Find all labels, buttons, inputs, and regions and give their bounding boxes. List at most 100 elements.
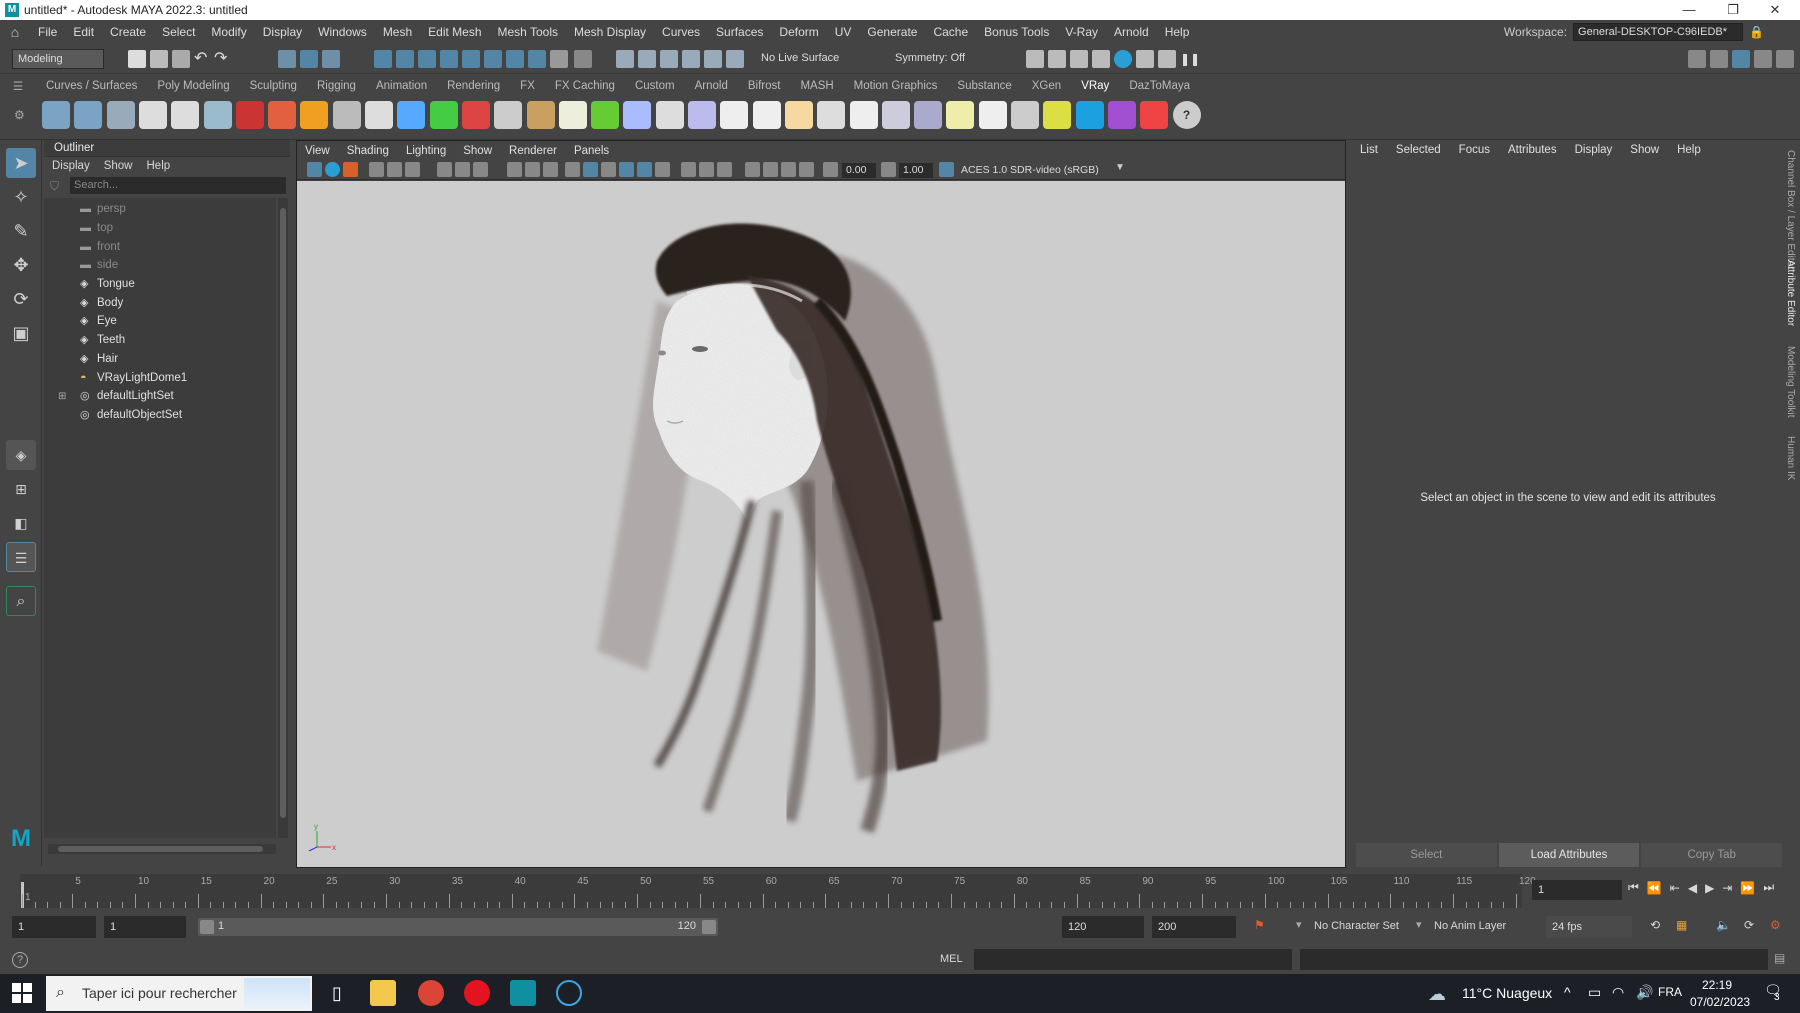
- menu-windows[interactable]: Windows: [310, 25, 375, 39]
- attr-menu-focus[interactable]: Focus: [1459, 144, 1490, 156]
- time-ruler[interactable]: 1 5 10 15 20 25 30 35 40 45 50 55 60 65 70 75 80 85 90 95 10…: [20, 874, 1536, 908]
- viewport-menu-panels[interactable]: Panels: [574, 145, 609, 157]
- attr-menu-help[interactable]: Help: [1677, 144, 1701, 156]
- menu-uv[interactable]: UV: [827, 25, 860, 39]
- menu-surfaces[interactable]: Surfaces: [708, 25, 771, 39]
- snap-view-icon[interactable]: [440, 50, 458, 68]
- wifi-icon[interactable]: ◠: [1612, 984, 1624, 1001]
- play-forwards-icon[interactable]: ▶: [1705, 881, 1714, 895]
- open-scene-icon[interactable]: [150, 50, 168, 68]
- home-icon[interactable]: ⌂: [0, 24, 30, 40]
- soft-select-icon[interactable]: [704, 50, 722, 68]
- wireframe-on-shaded-icon[interactable]: [601, 162, 616, 177]
- rotate-tool-icon[interactable]: ⟳: [6, 284, 36, 314]
- live-surface-field[interactable]: No Live Surface: [756, 49, 856, 69]
- shelf-tab-arnold[interactable]: Arnold: [685, 80, 738, 92]
- step-back-frame-icon[interactable]: ⇤: [1670, 881, 1680, 895]
- shelf-tab-daztomaya[interactable]: DazToMaya: [1119, 80, 1200, 92]
- exposure-icon[interactable]: [823, 162, 838, 177]
- outliner-item-front[interactable]: ▬ front: [44, 237, 276, 256]
- gamma-icon[interactable]: [881, 162, 896, 177]
- minimize-icon[interactable]: —: [1666, 0, 1712, 20]
- outliner-item-eye[interactable]: ◈ Eye: [44, 312, 276, 331]
- animation-start-field[interactable]: 1: [12, 916, 96, 938]
- snap-grid-icon[interactable]: [374, 50, 392, 68]
- vray-decal-icon[interactable]: [461, 101, 490, 129]
- outliner-horizontal-scrollbar[interactable]: [48, 844, 276, 854]
- vray-dome-icon[interactable]: [720, 101, 749, 129]
- opera-icon[interactable]: [464, 980, 490, 1006]
- playback-start-field[interactable]: 1: [104, 916, 186, 938]
- command-language-label[interactable]: MEL: [940, 953, 963, 965]
- show-channel-box-icon[interactable]: [1732, 50, 1750, 68]
- safe-title-icon[interactable]: [525, 162, 540, 177]
- ambient-occlusion-icon[interactable]: [681, 162, 696, 177]
- outliner-item-persp[interactable]: ▬ persp: [44, 200, 276, 219]
- shelf-tab-substance[interactable]: Substance: [947, 80, 1021, 92]
- step-forward-key-icon[interactable]: ⏩: [1740, 881, 1755, 895]
- camera-attributes-icon[interactable]: [325, 162, 340, 177]
- attr-menu-display[interactable]: Display: [1575, 144, 1613, 156]
- vray-vfb-icon[interactable]: [1011, 101, 1039, 129]
- paint-select-icon[interactable]: [638, 50, 656, 68]
- copy-tab-button[interactable]: Copy Tab: [1641, 843, 1783, 867]
- textured-icon[interactable]: [619, 162, 634, 177]
- side-tab-channel-box-layer-editor[interactable]: Channel Box / Layer Editor: [1785, 150, 1796, 270]
- side-tab-human-ik[interactable]: Human IK: [1785, 436, 1796, 480]
- menu-cache[interactable]: Cache: [925, 25, 976, 39]
- outliner-item-body[interactable]: ◈ Body: [44, 293, 276, 312]
- vray-camera-icon[interactable]: [235, 101, 264, 129]
- render-settings-icon[interactable]: [1092, 50, 1110, 68]
- viewport-canvas[interactable]: y x: [297, 181, 1345, 867]
- resolution-gate-icon[interactable]: [473, 162, 488, 177]
- vray-sphere-light-icon[interactable]: [784, 101, 813, 129]
- vray-help-icon[interactable]: ?: [1172, 101, 1201, 129]
- outliner-layout-icon[interactable]: ☰: [6, 542, 36, 572]
- viewport-menu-shading[interactable]: Shading: [347, 145, 389, 157]
- viewport-menu-renderer[interactable]: Renderer: [509, 145, 557, 157]
- reflection-icon[interactable]: [726, 50, 744, 68]
- cortana-app-icon[interactable]: [556, 980, 582, 1006]
- wireframe-icon[interactable]: [565, 162, 580, 177]
- select-camera-icon[interactable]: [307, 162, 322, 177]
- auto-key-icon[interactable]: ⚑: [1254, 918, 1270, 934]
- vray-sun-icon[interactable]: [332, 101, 361, 129]
- vray-material-icon[interactable]: [171, 101, 200, 129]
- show-modeling-toolkit-icon[interactable]: [1688, 50, 1706, 68]
- current-frame-field[interactable]: 1: [1532, 880, 1622, 900]
- menu-edit[interactable]: Edit: [65, 25, 102, 39]
- lasso-tool-icon[interactable]: ✧: [6, 182, 36, 212]
- pause-icon[interactable]: ❚❚: [1180, 50, 1200, 68]
- range-end-handle[interactable]: [702, 920, 716, 934]
- hypershade-icon[interactable]: [1136, 50, 1154, 68]
- vray-ball-icon[interactable]: [688, 101, 716, 129]
- snap-point-icon[interactable]: [418, 50, 436, 68]
- go-to-start-icon[interactable]: ⏮: [1628, 880, 1639, 895]
- menu-file[interactable]: File: [30, 25, 65, 39]
- shelf-tab-fx[interactable]: FX: [510, 80, 545, 92]
- tray-chevron-up-icon[interactable]: ^: [1564, 984, 1571, 1000]
- menu-select[interactable]: Select: [154, 25, 203, 39]
- play-backwards-icon[interactable]: ◀: [1688, 881, 1697, 895]
- menu-set-dropdown[interactable]: Modeling: [12, 49, 104, 69]
- vray-light-lister-icon[interactable]: [138, 101, 167, 129]
- vray-snowflake-icon[interactable]: [623, 101, 652, 129]
- outliner-item-tongue[interactable]: ◈ Tongue: [44, 275, 276, 294]
- snap-help-icon[interactable]: [528, 50, 546, 68]
- vray-sphere-icon[interactable]: [203, 101, 232, 129]
- range-bar[interactable]: 1 120: [198, 918, 718, 936]
- ipr-render-icon[interactable]: [1070, 50, 1088, 68]
- weather-label[interactable]: 11°C Nuageux: [1462, 985, 1552, 1001]
- vray-frame-buffer-icon[interactable]: [74, 101, 103, 129]
- anti-aliasing-icon[interactable]: [717, 162, 732, 177]
- shelf-tab-mash[interactable]: MASH: [790, 80, 843, 92]
- menu-create[interactable]: Create: [102, 25, 154, 39]
- vray-settings-icon[interactable]: [42, 101, 70, 129]
- load-attributes-button[interactable]: Load Attributes: [1498, 843, 1640, 867]
- xray-components-icon[interactable]: [799, 162, 814, 177]
- move-tool-icon[interactable]: ✥: [6, 250, 36, 280]
- shelf-tab-xgen[interactable]: XGen: [1022, 80, 1071, 92]
- symmetry-field[interactable]: Symmetry: Off: [890, 49, 984, 69]
- snap-curve-icon[interactable]: [396, 50, 414, 68]
- snap-plane-icon[interactable]: [506, 50, 524, 68]
